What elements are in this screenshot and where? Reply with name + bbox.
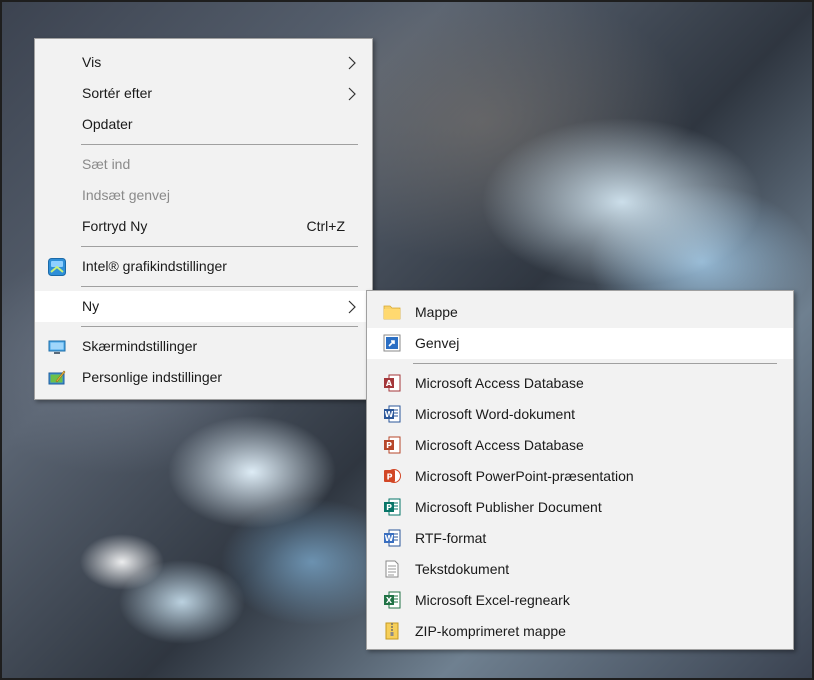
- menu-item-paste-shortcut: Indsæt genvej: [35, 180, 372, 211]
- folder-icon: [383, 303, 401, 321]
- shortcut-icon: [383, 334, 401, 352]
- access-icon: P: [383, 436, 401, 454]
- menu-item-label: Vis: [82, 54, 102, 70]
- chevron-right-icon: [348, 78, 358, 109]
- chevron-right-icon: [348, 47, 358, 78]
- menu-item-personalize[interactable]: Personlige indstillinger: [35, 362, 372, 393]
- menu-separator: [81, 144, 358, 145]
- menu-item-label: Ny: [82, 298, 100, 314]
- new-item-word-document[interactable]: W Microsoft Word-dokument: [367, 399, 793, 430]
- new-item-label: ZIP-komprimeret mappe: [415, 623, 566, 639]
- new-item-label: Genvej: [415, 335, 460, 351]
- new-item-label: Microsoft Publisher Document: [415, 499, 602, 515]
- menu-item-label: Fortryd Ny: [82, 218, 148, 234]
- new-submenu: Mappe Genvej A Microsoft Access Database: [366, 290, 794, 650]
- svg-text:W: W: [385, 534, 394, 543]
- menu-item-label: Intel® grafikindstillinger: [82, 258, 227, 274]
- svg-text:X: X: [386, 596, 393, 605]
- new-item-label: Microsoft Excel-regneark: [415, 592, 570, 608]
- display-settings-icon: [48, 338, 66, 356]
- access-icon: A: [383, 374, 401, 392]
- new-item-excel[interactable]: X Microsoft Excel-regneark: [367, 585, 793, 616]
- svg-text:P: P: [386, 503, 392, 512]
- menu-separator: [81, 326, 358, 327]
- new-item-label: Mappe: [415, 304, 458, 320]
- new-item-label: Microsoft Access Database: [415, 437, 584, 453]
- powerpoint-icon: P: [383, 467, 401, 485]
- menu-item-new[interactable]: Ny: [35, 291, 372, 322]
- svg-text:W: W: [385, 410, 394, 419]
- zip-folder-icon: [383, 622, 401, 640]
- new-item-label: Microsoft Word-dokument: [415, 406, 576, 422]
- new-item-rtf[interactable]: W RTF-format: [367, 523, 793, 554]
- menu-item-refresh[interactable]: Opdater: [35, 109, 372, 140]
- desktop-context-menu: Vis Sortér efter Opdater Sæt ind Indsæt …: [34, 38, 373, 400]
- new-item-text-document[interactable]: Tekstdokument: [367, 554, 793, 585]
- excel-icon: X: [383, 591, 401, 609]
- menu-item-label: Opdater: [82, 116, 133, 132]
- chevron-right-icon: [348, 291, 358, 322]
- rtf-icon: W: [383, 529, 401, 547]
- new-item-label: Microsoft Access Database: [415, 375, 584, 391]
- svg-text:P: P: [386, 441, 392, 450]
- menu-item-label: Sortér efter: [82, 85, 153, 101]
- menu-item-paste: Sæt ind: [35, 149, 372, 180]
- new-item-label: Tekstdokument: [415, 561, 510, 577]
- word-icon: W: [383, 405, 401, 423]
- new-item-zip-folder[interactable]: ZIP-komprimeret mappe: [367, 616, 793, 647]
- new-item-label: RTF-format: [415, 530, 487, 546]
- new-item-folder[interactable]: Mappe: [367, 297, 793, 328]
- menu-item-display-settings[interactable]: Skærmindstillinger: [35, 331, 372, 362]
- text-document-icon: [383, 560, 401, 578]
- svg-text:A: A: [386, 379, 393, 388]
- intel-graphics-icon: [48, 258, 66, 276]
- publisher-icon: P: [383, 498, 401, 516]
- menu-item-sort-by[interactable]: Sortér efter: [35, 78, 372, 109]
- new-item-shortcut[interactable]: Genvej: [367, 328, 793, 359]
- menu-item-label: Sæt ind: [82, 156, 131, 172]
- new-item-access-database-2[interactable]: P Microsoft Access Database: [367, 430, 793, 461]
- menu-separator: [413, 363, 777, 364]
- new-item-powerpoint[interactable]: P Microsoft PowerPoint-præsentation: [367, 461, 793, 492]
- new-item-access-database[interactable]: A Microsoft Access Database: [367, 368, 793, 399]
- menu-item-label: Personlige indstillinger: [82, 369, 223, 385]
- menu-item-label: Skærmindstillinger: [82, 338, 198, 354]
- menu-separator: [81, 286, 358, 287]
- menu-item-label: Indsæt genvej: [82, 187, 170, 203]
- menu-item-undo-new[interactable]: Fortryd Ny Ctrl+Z: [35, 211, 372, 242]
- new-item-label: Microsoft PowerPoint-præsentation: [415, 468, 634, 484]
- svg-text:P: P: [387, 473, 393, 482]
- menu-item-shortcut: Ctrl+Z: [306, 218, 346, 234]
- menu-item-intel-graphics[interactable]: Intel® grafikindstillinger: [35, 251, 372, 282]
- personalize-icon: [48, 369, 66, 387]
- new-item-publisher[interactable]: P Microsoft Publisher Document: [367, 492, 793, 523]
- menu-separator: [81, 246, 358, 247]
- menu-item-view[interactable]: Vis: [35, 47, 372, 78]
